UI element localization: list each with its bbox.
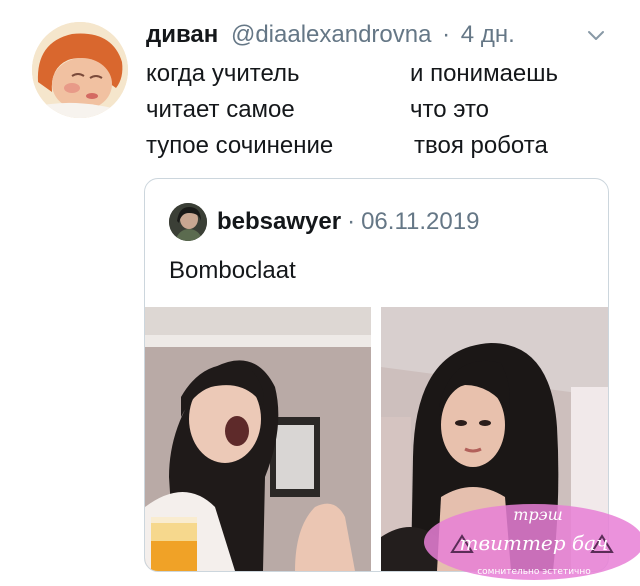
media-photo-laughing[interactable] xyxy=(145,307,371,571)
tweet-text-row: читает самое что это xyxy=(146,92,616,128)
quoted-tweet-text: Bomboclaat xyxy=(169,257,296,284)
tweet-text-row: когда учитель и понимаешь xyxy=(146,56,616,92)
tweet-text-left: читает самое xyxy=(146,96,295,123)
chevron-down-icon[interactable] xyxy=(585,24,607,46)
tweet-text-right: что это xyxy=(410,96,490,123)
quoted-author-avatar[interactable] xyxy=(169,203,207,241)
quoted-separator: · xyxy=(347,208,356,235)
media-photo-laughing-image xyxy=(145,307,371,571)
author-display-name[interactable]: диван xyxy=(146,21,218,48)
quoted-avatar-image xyxy=(169,203,207,241)
watermark-logo: трэш твиттер бач сомнительно эстетично xyxy=(418,490,640,581)
header-separator: · xyxy=(442,21,451,48)
tweet-timestamp[interactable]: 4 дн. xyxy=(461,21,515,48)
quoted-author-username[interactable]: bebsawyer xyxy=(217,208,341,236)
tweet-text-left: тупое сочинение xyxy=(146,132,334,159)
author-avatar[interactable] xyxy=(32,22,128,118)
tweet-header: диван @diaalexandrovna · 4 дн. xyxy=(146,18,515,52)
quoted-tweet-header: bebsawyer · 06.11.2019 xyxy=(169,203,479,241)
author-avatar-image xyxy=(32,22,128,118)
svg-text:твиттер бач: твиттер бач xyxy=(460,531,609,555)
svg-text:трэш: трэш xyxy=(513,505,563,524)
tweet-text: когда учитель и понимаешь читает самое ч… xyxy=(146,56,616,164)
tweet-text-row: тупое сочинение твоя робота xyxy=(146,128,616,164)
author-handle[interactable]: @diaalexandrovna xyxy=(231,21,432,48)
tweet-text-right: твоя робота xyxy=(414,132,548,159)
svg-text:сомнительно эстетично: сомнительно эстетично xyxy=(477,567,591,577)
tweet-text-left: когда учитель xyxy=(146,60,300,87)
tweet-text-right: и понимаешь xyxy=(410,60,559,87)
quoted-tweet-date[interactable]: 06.11.2019 xyxy=(361,208,479,236)
